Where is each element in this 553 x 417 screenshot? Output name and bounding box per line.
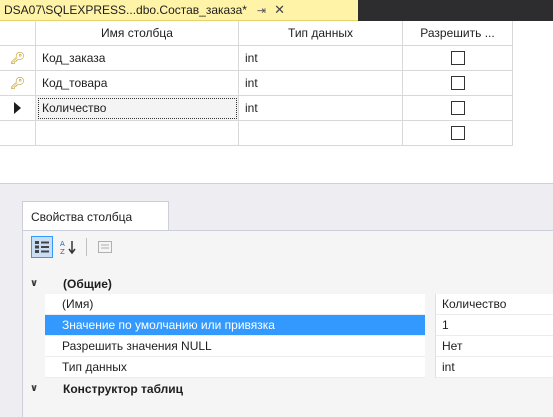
toolbar-separator [86, 238, 87, 256]
allow-null-cell[interactable] [403, 121, 513, 146]
document-tab[interactable]: DSA07\SQLEXPRESS...dbo.Состав_заказа* ⇥ … [0, 0, 358, 21]
property-category[interactable]: ∨ Конструктор таблиц [23, 378, 553, 399]
chevron-down-icon[interactable]: ∨ [23, 278, 45, 289]
allow-null-cell[interactable] [403, 96, 513, 121]
key-icon: 🔑︎ [9, 51, 26, 65]
property-name: (Имя) [45, 294, 425, 315]
pin-icon[interactable]: ⇥ [257, 4, 266, 17]
grid-header: Имя столбца Тип данных Разрешить ... [0, 21, 514, 46]
document-tab-title: DSA07\SQLEXPRESS...dbo.Состав_заказа* [4, 3, 247, 17]
property-name: Разрешить значения NULL [45, 336, 425, 357]
allow-null-cell[interactable] [403, 46, 513, 71]
svg-text:Z: Z [60, 248, 65, 255]
property-value[interactable]: Количество [435, 294, 553, 315]
property-row[interactable]: (Имя) Количество [23, 294, 553, 315]
table-designer-window: DSA07\SQLEXPRESS...dbo.Состав_заказа* ⇥ … [0, 0, 553, 417]
data-type-cell[interactable]: int [239, 96, 403, 121]
document-tab-strip: DSA07\SQLEXPRESS...dbo.Состав_заказа* ⇥ … [0, 0, 553, 21]
close-icon[interactable]: ✕ [274, 2, 285, 18]
column-name-cell[interactable] [36, 121, 239, 146]
property-pages-icon[interactable] [94, 236, 116, 258]
svg-text:A: A [60, 240, 65, 248]
property-value[interactable]: 1 [435, 315, 553, 336]
allow-null-checkbox[interactable] [450, 76, 465, 90]
property-row[interactable]: Значение по умолчанию или привязка 1 [23, 315, 553, 336]
row-selector-header [0, 21, 36, 46]
column-header-name[interactable]: Имя столбца [36, 21, 239, 46]
columns-grid-area: Имя столбца Тип данных Разрешить ... 🔑︎ … [0, 21, 553, 183]
property-name: Значение по умолчанию или привязка [45, 315, 425, 336]
data-type-cell[interactable] [239, 121, 403, 146]
column-header-allow-null[interactable]: Разрешить ... [403, 21, 513, 46]
table-row[interactable]: Количество int [0, 96, 514, 121]
column-header-type[interactable]: Тип данных [239, 21, 403, 46]
column-name-cell[interactable]: Количество [36, 96, 239, 121]
table-row[interactable]: 🔑︎ Код_товара int [0, 71, 514, 96]
allow-null-cell[interactable] [403, 71, 513, 96]
data-type-cell[interactable]: int [239, 46, 403, 71]
table-row[interactable] [0, 121, 514, 146]
allow-null-checkbox[interactable] [450, 101, 465, 115]
properties-toolbar: AZ [23, 231, 553, 263]
property-value[interactable]: int [435, 357, 553, 378]
alphabetical-icon[interactable]: AZ [57, 236, 79, 258]
key-icon: 🔑︎ [9, 76, 26, 90]
properties-body: AZ ∨ (Общие) (Имя) Количество Значение п… [22, 230, 553, 417]
tab-column-properties[interactable]: Свойства столбца [22, 201, 169, 231]
row-selector[interactable]: 🔑︎ [0, 46, 36, 71]
table-row[interactable]: 🔑︎ Код_заказа int [0, 46, 514, 71]
column-name-cell[interactable]: Код_заказа [36, 46, 239, 71]
property-value[interactable]: Нет [435, 336, 553, 357]
allow-null-checkbox[interactable] [450, 126, 465, 140]
categorized-icon[interactable] [31, 236, 53, 258]
column-properties-panel: Свойства столбца AZ ∨ (Общие) (Имя) Коли… [0, 189, 553, 417]
property-row[interactable]: Тип данных int [23, 357, 553, 378]
column-name-cell[interactable]: Код_товара [36, 71, 239, 96]
chevron-down-icon[interactable]: ∨ [23, 383, 45, 394]
data-type-cell[interactable]: int [239, 71, 403, 96]
property-name: Тип данных [45, 357, 425, 378]
category-name: Конструктор таблиц [63, 381, 184, 396]
row-selector[interactable]: 🔑︎ [0, 71, 36, 96]
row-selector[interactable] [0, 121, 36, 146]
property-row[interactable]: Разрешить значения NULL Нет [23, 336, 553, 357]
category-name: (Общие) [63, 276, 112, 291]
row-selector[interactable] [0, 96, 36, 121]
allow-null-checkbox[interactable] [450, 51, 465, 65]
current-row-arrow-icon [14, 102, 21, 114]
property-category[interactable]: ∨ (Общие) [23, 273, 553, 294]
